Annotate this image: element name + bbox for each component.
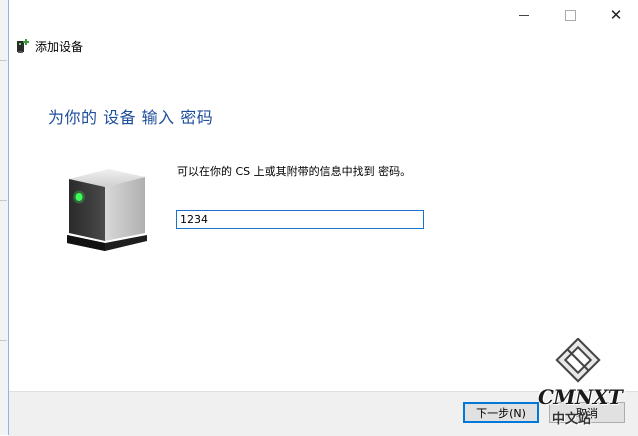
- edge-divider: [0, 340, 7, 341]
- window-header: 添加设备: [17, 36, 83, 56]
- next-button[interactable]: 下一步(N): [463, 402, 539, 423]
- minimize-button[interactable]: [501, 0, 547, 30]
- edge-divider: [0, 60, 7, 61]
- footer-bar: 下一步(N) 取消: [9, 391, 638, 436]
- page-heading: 为你的 设备 输入 密码: [48, 108, 214, 127]
- edge-divider: [0, 200, 7, 201]
- device-icon: [67, 169, 147, 251]
- instruction-text: 可以在你的 CS 上或其附带的信息中找到 密码。: [177, 165, 412, 178]
- add-device-window: ✕ 添加设备 为你的 设备 输入 密码 可以在你的 CS 上或其附带的信息中找到…: [9, 0, 638, 436]
- window-title: 添加设备: [35, 39, 84, 54]
- title-bar: ✕: [9, 0, 638, 30]
- close-icon: ✕: [609, 6, 623, 24]
- background-window-edge: [0, 0, 9, 435]
- password-input[interactable]: 1234: [176, 210, 424, 229]
- cancel-button[interactable]: 取消: [549, 402, 625, 423]
- maximize-icon: [564, 9, 576, 21]
- maximize-button[interactable]: [547, 0, 593, 30]
- minimize-icon: [519, 14, 529, 16]
- close-button[interactable]: ✕: [593, 0, 638, 30]
- add-device-icon: [17, 39, 29, 53]
